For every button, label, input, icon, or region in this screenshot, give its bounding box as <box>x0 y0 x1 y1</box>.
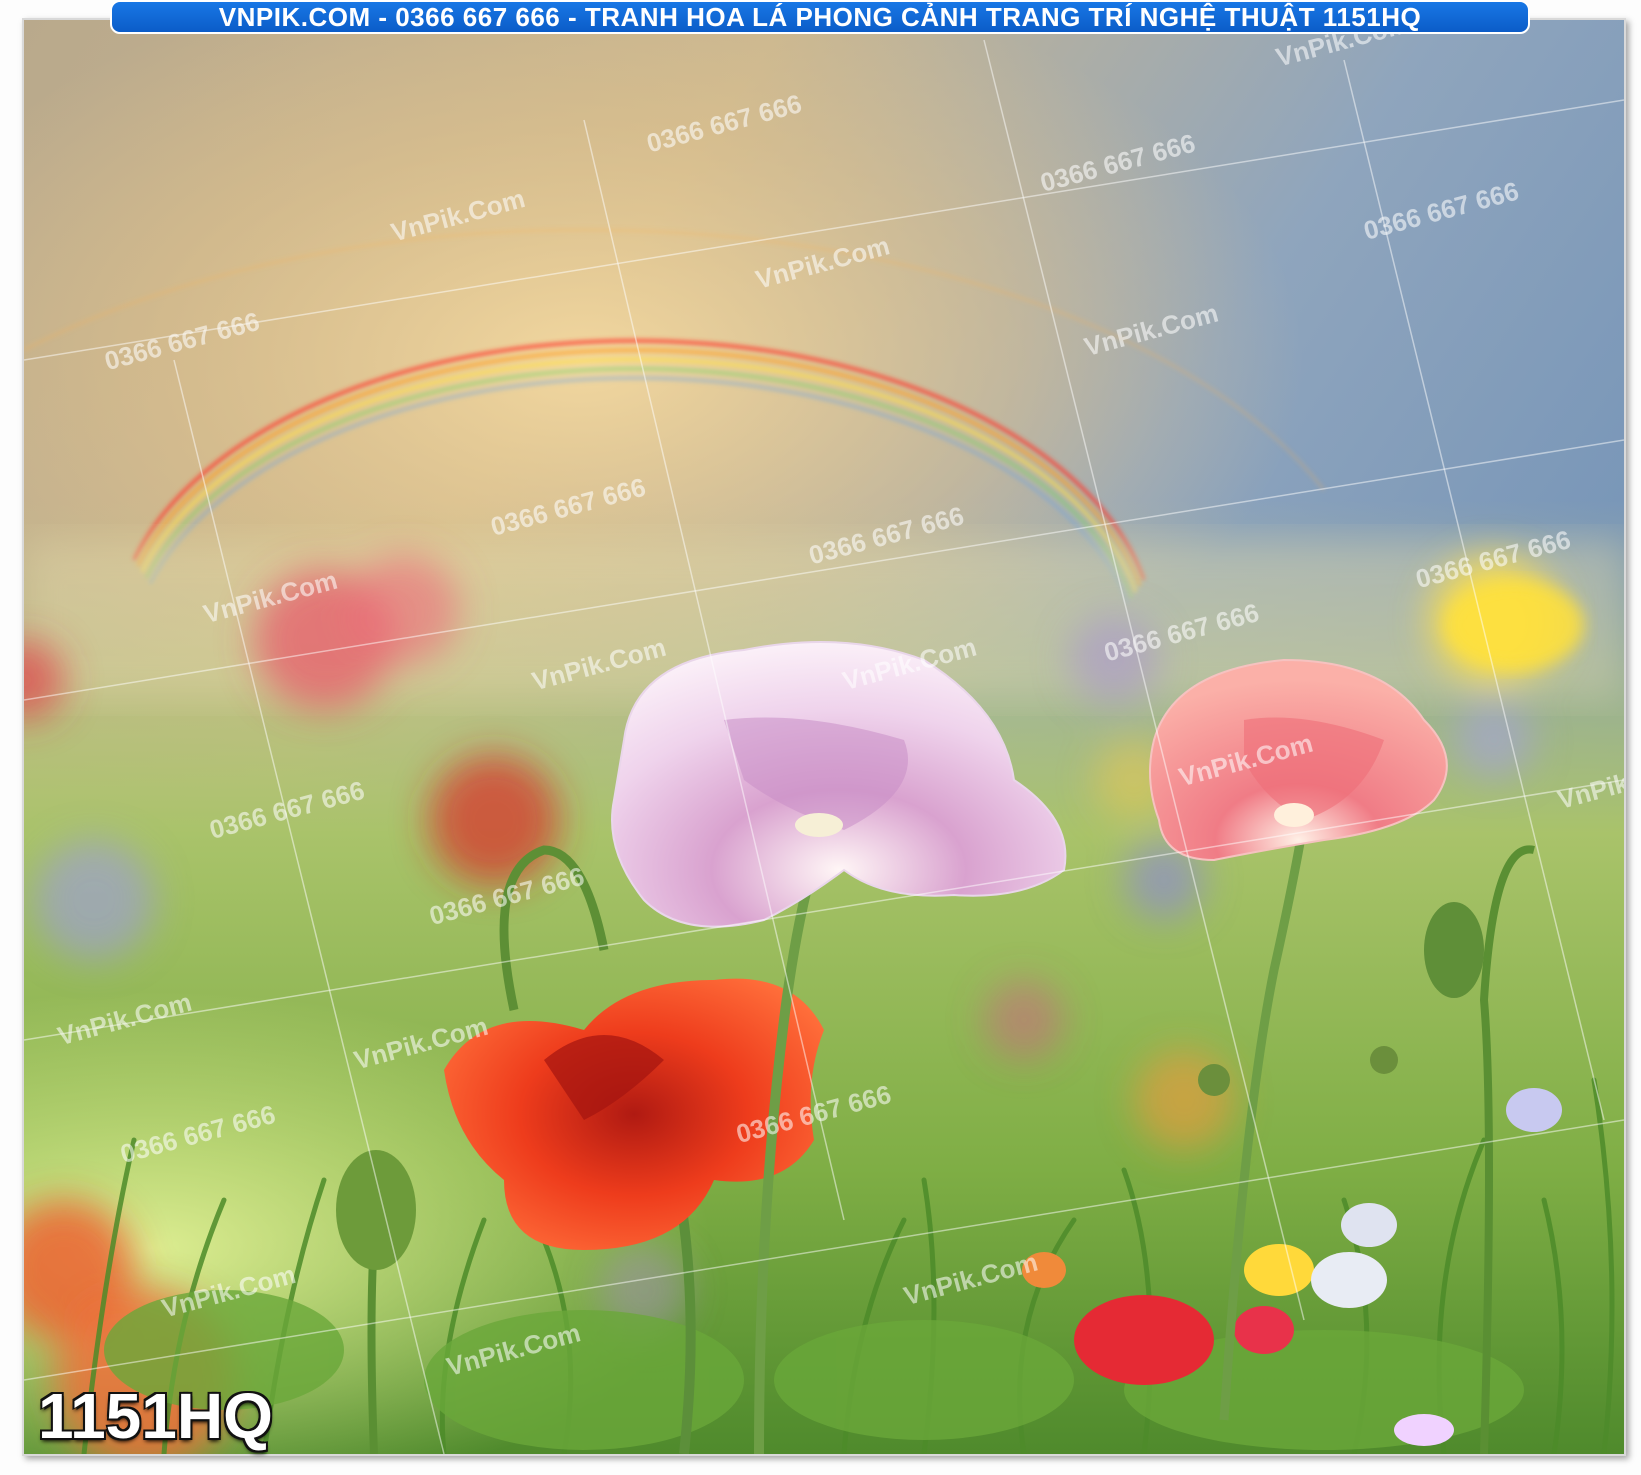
artwork-photo: 0366 667 666 VnPik.Com 0366 667 666 VnPi… <box>22 18 1626 1456</box>
poppy-meadow-illustration: 0366 667 666 VnPik.Com 0366 667 666 VnPi… <box>24 20 1624 1454</box>
title-banner: VNPIK.COM - 0366 667 666 - TRANH HOA LÁ … <box>110 0 1530 34</box>
product-code-label: 1151HQ <box>38 1380 273 1452</box>
artwork-frame: 0366 667 666 VnPik.Com 0366 667 666 VnPi… <box>0 0 1641 1475</box>
